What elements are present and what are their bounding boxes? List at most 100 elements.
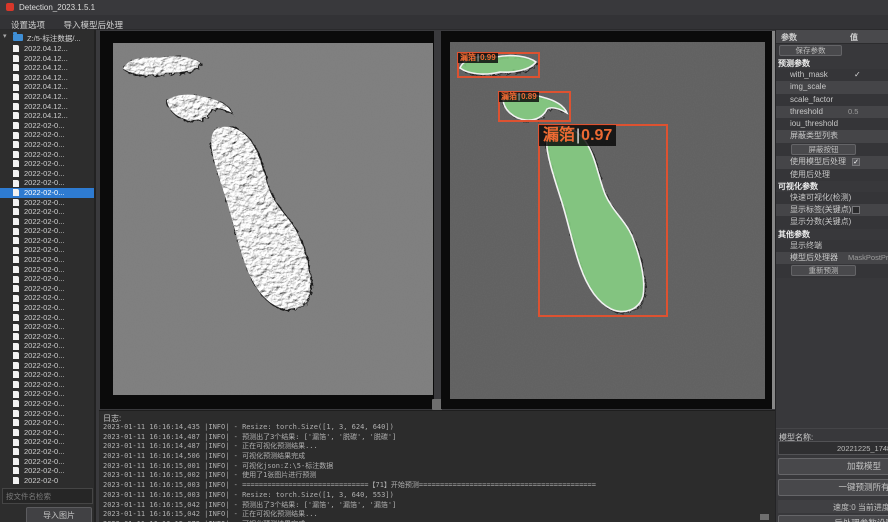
file-icon — [13, 55, 19, 62]
tree-file-item[interactable]: 2022-02-0... — [0, 188, 96, 198]
file-icon — [13, 400, 19, 407]
tree-file-item[interactable]: 2022.04.12... — [0, 73, 96, 83]
tree-file-item[interactable]: 2022-02-0... — [0, 466, 96, 476]
param-row[interactable]: threshold0.5 — [776, 106, 888, 118]
param-action-button[interactable]: 屏蔽按钮 — [791, 144, 856, 155]
tree-file-item[interactable]: 2022-02-0... — [0, 437, 96, 447]
param-value: 0.5 — [848, 106, 858, 118]
tree-file-item[interactable]: 2022-02-0... — [0, 274, 96, 284]
tree-file-item[interactable]: 2022-02-0... — [0, 265, 96, 275]
param-row[interactable]: 快速可视化(检测) — [776, 192, 888, 204]
file-icon — [13, 419, 19, 426]
tree-file-item[interactable]: 2022.04.12... — [0, 111, 96, 121]
param-row[interactable]: img_scale — [776, 81, 888, 93]
search-input[interactable] — [2, 488, 93, 504]
file-icon — [13, 410, 19, 417]
tree-file-item[interactable]: 2022-02-0... — [0, 169, 96, 179]
log-scrollbar-thumb[interactable] — [760, 514, 769, 520]
tree-file-item[interactable]: 2022-02-0... — [0, 399, 96, 409]
save-params-button[interactable]: 保存参数 — [779, 45, 842, 56]
load-model-button[interactable]: 加载模型 — [778, 458, 888, 475]
tree-file-item[interactable]: 2022-02-0... — [0, 341, 96, 351]
tree-file-item[interactable]: 2022-02-0... — [0, 322, 96, 332]
tree-file-item[interactable]: 2022-02-0... — [0, 380, 96, 390]
tree-file-item[interactable]: 2022-02-0... — [0, 313, 96, 323]
file-icon — [13, 112, 19, 119]
log-line: 2023-01-11 16:16:15,003 |INFO| - Resize:… — [103, 491, 775, 501]
tree-file-item[interactable]: 2022-02-0... — [0, 130, 96, 140]
file-list[interactable]: 2022.04.12...2022.04.12...2022.04.12...2… — [0, 44, 96, 488]
tree-file-item[interactable]: 2022-02-0... — [0, 159, 96, 169]
tree-file-item[interactable]: 2022-02-0... — [0, 284, 96, 294]
param-row[interactable]: 显示标签(关键点) — [776, 204, 888, 216]
parameters-panel: 参数 值 保存参数 预测参数with_mask✓img_scalescale_f… — [775, 30, 888, 522]
param-row[interactable]: 模型后处理器MaskPostPro — [776, 252, 888, 264]
tree-file-item[interactable]: 2022-02-0... — [0, 226, 96, 236]
param-row[interactable]: 使用模型后处理✓ — [776, 156, 888, 168]
chevron-down-icon[interactable]: ▾ — [3, 32, 7, 40]
param-row[interactable]: 使用后处理 — [776, 169, 888, 181]
checkbox[interactable]: ✓ — [852, 158, 860, 166]
param-row[interactable]: scale_factor — [776, 94, 888, 106]
tree-file-item[interactable]: 2022-02-0... — [0, 389, 96, 399]
title-bar: Detection_2023.1.5.1 — [0, 0, 888, 15]
file-icon — [13, 381, 19, 388]
file-icon — [13, 314, 19, 321]
predict-all-button[interactable]: 一键预测所有 — [778, 479, 888, 496]
tree-file-item[interactable]: 2022-02-0... — [0, 293, 96, 303]
tree-root-item[interactable]: ▾ Z:/5-标注数据/... — [0, 32, 96, 43]
tree-file-item[interactable]: 2022-02-0... — [0, 332, 96, 342]
log-panel[interactable]: 日志: 2023-01-11 16:16:14,435 |INFO| - Res… — [99, 410, 775, 522]
tree-file-item[interactable]: 2022-02-0... — [0, 121, 96, 131]
param-row[interactable]: 显示分数(关键点) — [776, 216, 888, 228]
tree-file-item[interactable]: 2022.04.12... — [0, 92, 96, 102]
tree-file-item[interactable]: 2022.04.12... — [0, 63, 96, 73]
checkbox[interactable] — [852, 206, 860, 214]
tree-file-item[interactable]: 2022-02-0... — [0, 207, 96, 217]
log-line: 2023-01-11 16:16:14,506 |INFO| - 可视化预测结果… — [103, 452, 775, 462]
tree-file-item[interactable]: 2022-02-0... — [0, 140, 96, 150]
tree-file-item[interactable]: 2022-02-0... — [0, 178, 96, 188]
param-row[interactable]: 显示终端 — [776, 240, 888, 252]
file-icon — [13, 45, 19, 52]
file-icon — [13, 391, 19, 398]
tree-file-item[interactable]: 2022-02-0... — [0, 409, 96, 419]
tree-file-item[interactable]: 2022-02-0... — [0, 370, 96, 380]
tree-file-item[interactable]: 2022.04.12... — [0, 82, 96, 92]
tree-file-item[interactable]: 2022-02-0... — [0, 245, 96, 255]
tree-file-item[interactable]: 2022.04.12... — [0, 54, 96, 64]
panel-splitter[interactable] — [434, 31, 441, 409]
tree-file-item[interactable]: 2022-02-0... — [0, 198, 96, 208]
param-button-row: 重新预测 — [776, 264, 888, 278]
tree-file-item[interactable]: 2022-02-0... — [0, 303, 96, 313]
file-tree-panel: ▾ Z:/5-标注数据/... 2022.04.12...2022.04.12.… — [0, 30, 96, 522]
log-line: 2023-01-11 16:16:15,001 |INFO| - 可视化json… — [103, 462, 775, 472]
file-icon — [13, 64, 19, 71]
tree-file-item[interactable]: 2022.04.12... — [0, 102, 96, 112]
tree-file-item[interactable]: 2022-02-0... — [0, 217, 96, 227]
tree-file-item[interactable]: 2022-02-0... — [0, 255, 96, 265]
tree-file-item[interactable]: 2022.04.12... — [0, 44, 96, 54]
param-row[interactable]: iou_threshold — [776, 118, 888, 130]
tree-file-item[interactable]: 2022-02-0... — [0, 447, 96, 457]
file-icon — [13, 477, 19, 484]
tree-file-item[interactable]: 2022-02-0... — [0, 351, 96, 361]
original-image-panel — [100, 31, 434, 409]
model-name-field[interactable]: 20221225_174813 — [778, 441, 888, 455]
tree-file-item[interactable]: 2022-02-0 — [0, 476, 96, 486]
tree-file-item[interactable]: 2022-02-0... — [0, 457, 96, 467]
window-title: Detection_2023.1.5.1 — [19, 3, 95, 12]
file-icon — [13, 151, 19, 158]
tree-file-item[interactable]: 2022-02-0... — [0, 418, 96, 428]
tree-file-item[interactable]: 2022-02-0... — [0, 236, 96, 246]
param-action-button[interactable]: 重新预测 — [791, 265, 856, 276]
param-row[interactable]: 屏蔽类型列表 — [776, 130, 888, 142]
file-icon — [13, 266, 19, 273]
import-images-button[interactable]: 导入图片 — [26, 507, 92, 522]
tree-file-item[interactable]: 2022-02-0... — [0, 150, 96, 160]
param-row[interactable]: with_mask✓ — [776, 69, 888, 81]
file-icon — [13, 324, 19, 331]
tree-file-item[interactable]: 2022-02-0... — [0, 428, 96, 438]
postprocess-settings-button[interactable]: 后处理参数设置 — [778, 515, 888, 522]
tree-file-item[interactable]: 2022-02-0... — [0, 361, 96, 371]
